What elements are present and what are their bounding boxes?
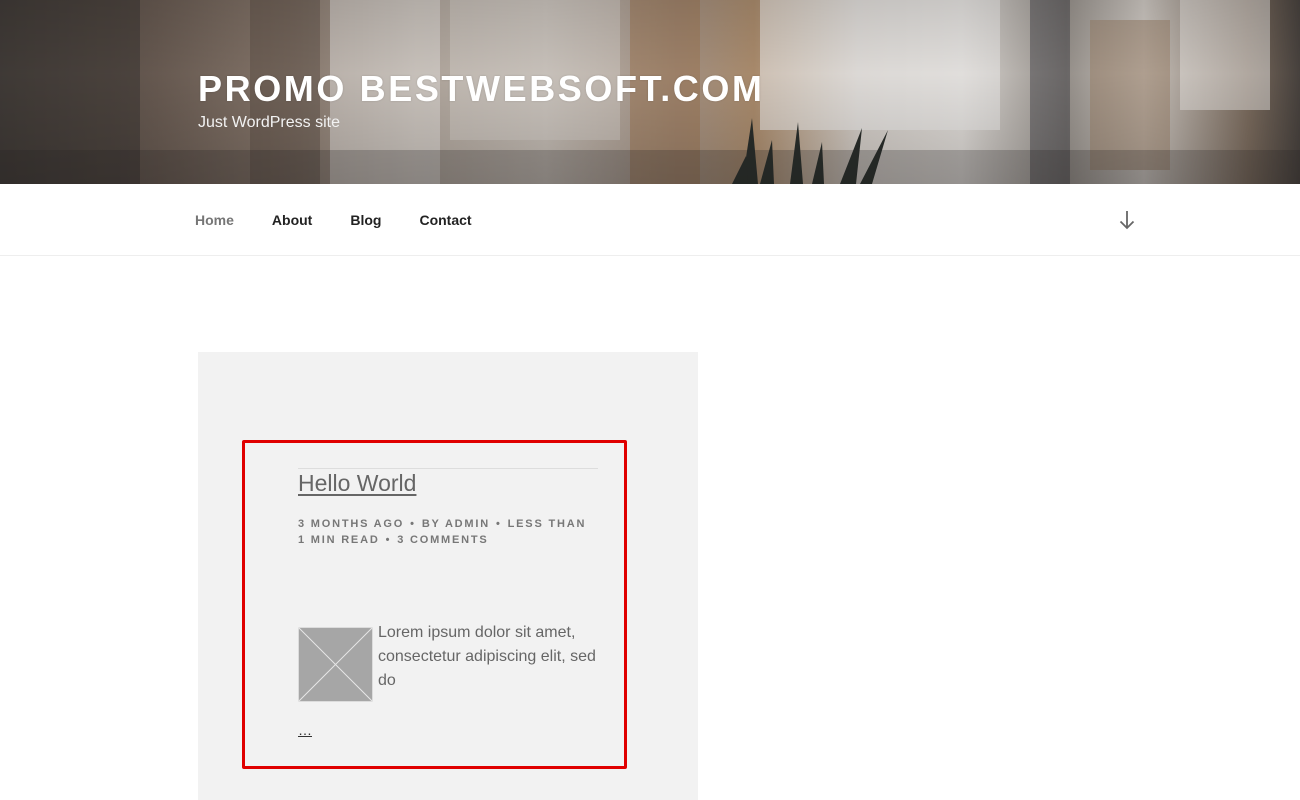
post-thumbnail[interactable] [297, 626, 374, 703]
post-excerpt: Lorem ipsum dolor sit amet, consectetur … [378, 624, 596, 689]
nav-menu: Home About Blog Contact [195, 184, 510, 256]
post-date-link[interactable]: 3 MONTHS AGO [298, 518, 404, 530]
nav-item-about[interactable]: About [272, 212, 312, 228]
post-author-link[interactable]: BY ADMIN [422, 518, 490, 530]
scroll-down-button[interactable] [1117, 208, 1137, 232]
image-placeholder-icon [297, 626, 374, 703]
read-more-link[interactable]: … [298, 722, 312, 738]
header-banner: PROMO BESTWEBSOFT.COM Just WordPress sit… [0, 0, 1300, 184]
site-tagline: Just WordPress site [198, 114, 340, 131]
site-title[interactable]: PROMO BESTWEBSOFT.COM [198, 68, 765, 110]
post-meta: 3 MONTHS AGO • BY ADMIN • LESS THAN 1 MIN RE… [298, 516, 588, 548]
nav-item-home[interactable]: Home [195, 212, 234, 228]
post-title-link[interactable]: Hello World [298, 470, 416, 497]
post-divider [298, 468, 598, 469]
main-navigation: Home About Blog Contact [0, 184, 1300, 256]
nav-item-blog[interactable]: Blog [350, 212, 381, 228]
meta-separator: • [385, 534, 392, 546]
arrow-down-icon [1119, 211, 1135, 230]
meta-separator: • [496, 518, 502, 530]
post-comments-link[interactable]: 3 COMMENTS [397, 534, 488, 546]
nav-item-contact[interactable]: Contact [419, 212, 471, 228]
meta-separator: • [410, 518, 416, 530]
